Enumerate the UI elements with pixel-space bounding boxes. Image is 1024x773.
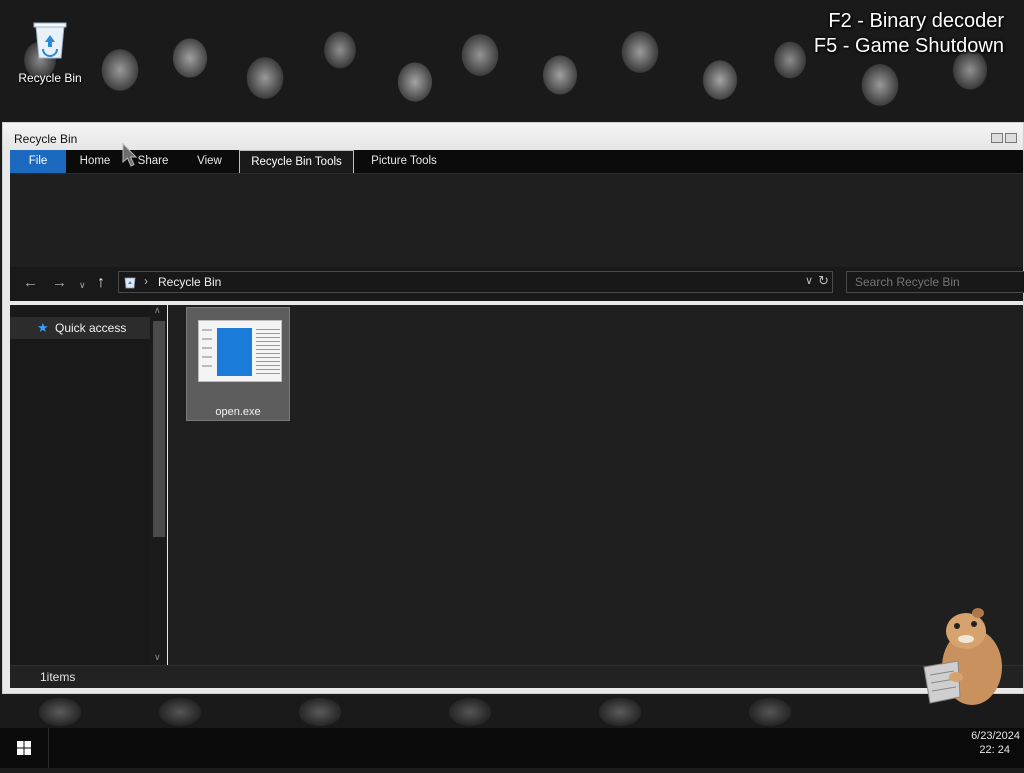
- desktop-recycle-bin-label: Recycle Bin: [18, 71, 82, 85]
- nav-scrollbar[interactable]: ∧ ∨: [151, 305, 167, 665]
- recycle-bin-small-icon: [124, 277, 136, 289]
- sidebar-item-label: Quick access: [55, 321, 127, 335]
- star-icon: ★: [37, 320, 49, 335]
- taskbar-divider: [48, 728, 49, 768]
- start-button[interactable]: [0, 728, 48, 768]
- binary-decoder-hint: F2 - Binary decoder: [828, 10, 1004, 32]
- clock-time[interactable]: 22: 24: [979, 744, 1010, 756]
- item-count: 1items: [40, 670, 76, 684]
- game-shutdown-hint: F5 - Game Shutdown: [813, 35, 1004, 57]
- tab-recycle-bin-tools[interactable]: Recycle Bin Tools: [239, 150, 354, 173]
- arrow-left-icon[interactable]: ←: [23, 273, 38, 293]
- explorer-window: Recycle Bin File Home Share View Recycle…: [2, 122, 1024, 694]
- scroll-up-icon[interactable]: ∧: [154, 305, 161, 316]
- navigation-pane: ★ Quick access ∧ ∨: [10, 305, 167, 665]
- windows-logo-icon: [17, 741, 31, 755]
- refresh-icon[interactable]: ↻: [818, 273, 829, 289]
- hamster-mascot-icon: [923, 608, 1002, 705]
- scroll-down-icon[interactable]: ∨: [154, 652, 161, 663]
- address-bar[interactable]: › Recycle Bin ∨ ↻: [118, 271, 833, 293]
- file-list: open.exe: [168, 305, 1023, 665]
- recycle-bin-icon: [33, 22, 67, 59]
- arrow-up-icon[interactable]: ↑: [97, 273, 105, 293]
- ribbon-tab-bar: File Home Share View Recycle Bin Tools P…: [10, 150, 1023, 173]
- mouse-cursor-icon: [122, 143, 138, 167]
- tab-picture-tools[interactable]: Picture Tools: [356, 150, 452, 173]
- file-item-open-exe[interactable]: open.exe: [186, 307, 290, 421]
- clock-date[interactable]: 6/23/2024: [971, 730, 1020, 742]
- maximize-button[interactable]: [1005, 133, 1017, 143]
- minimize-button[interactable]: [991, 133, 1003, 143]
- chevron-down-icon[interactable]: ∨: [79, 275, 86, 295]
- tab-view[interactable]: View: [182, 150, 237, 173]
- breadcrumb-separator-icon: ›: [144, 274, 148, 288]
- address-dropdown-icon[interactable]: ∨: [805, 274, 813, 287]
- sidebar-item-quick-access[interactable]: ★ Quick access: [10, 317, 150, 339]
- search-input[interactable]: [846, 271, 1024, 293]
- ribbon-panel: [10, 173, 1023, 268]
- window-title: Recycle Bin: [14, 132, 78, 146]
- file-name: open.exe: [215, 406, 261, 418]
- nav-scrollbar-thumb[interactable]: [153, 321, 165, 537]
- desktop-recycle-bin-icon[interactable]: Recycle Bin: [14, 18, 86, 85]
- window-titlebar[interactable]: Recycle Bin: [3, 123, 1023, 150]
- tab-file[interactable]: File: [10, 150, 66, 173]
- file-thumbnail: [198, 320, 282, 382]
- address-row: ← → ∨ ↑ › Recycle Bin ∨ ↻: [10, 267, 1024, 301]
- breadcrumb-recycle-bin[interactable]: Recycle Bin: [158, 275, 221, 289]
- arrow-right-icon[interactable]: →: [52, 273, 67, 293]
- tab-home[interactable]: Home: [66, 150, 124, 173]
- taskbar: 6/23/2024 22: 24: [0, 728, 1024, 768]
- status-bar: 1items: [10, 665, 1023, 688]
